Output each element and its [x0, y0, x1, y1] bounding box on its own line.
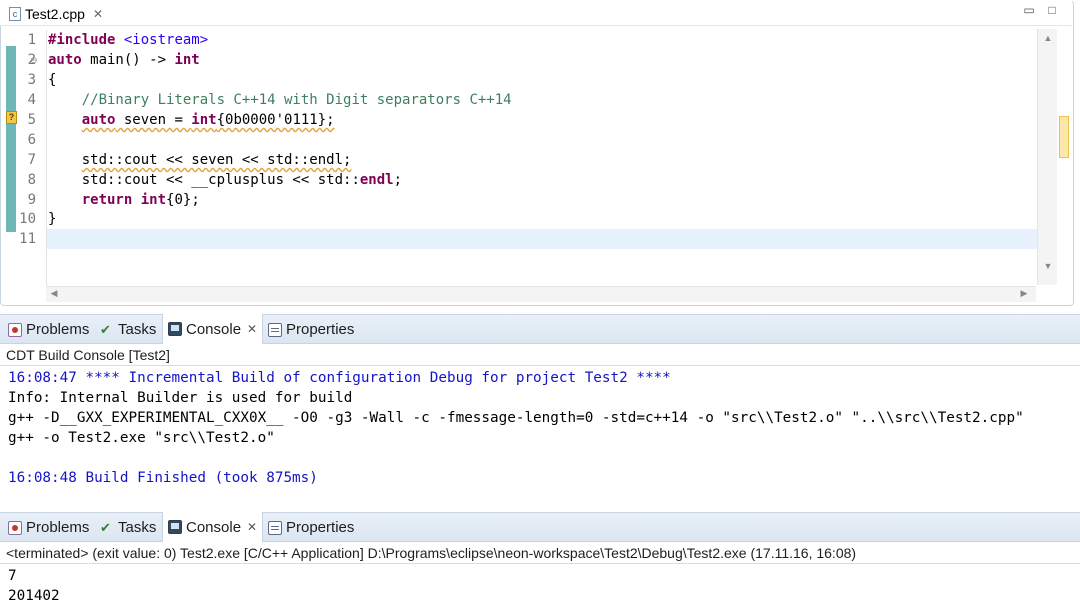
tab-tasks[interactable]: ✔ Tasks — [100, 513, 156, 542]
code-line[interactable]: { — [48, 70, 56, 90]
close-icon[interactable]: ✕ — [93, 7, 103, 21]
code-line[interactable]: #include <iostream> — [48, 30, 208, 50]
tab-label: Console — [186, 518, 242, 536]
keyword-token: int — [174, 52, 200, 68]
code-line[interactable]: std::cout << __cplusplus << std::endl; — [48, 170, 402, 190]
line-number: 7 — [27, 152, 36, 168]
close-icon[interactable]: ✕ — [247, 520, 257, 534]
keyword-token: endl — [359, 172, 394, 188]
tab-label: Tasks — [118, 519, 157, 536]
code-line[interactable]: auto seven = int{0b0000'0111}; — [48, 110, 335, 130]
vertical-scrollbar[interactable]: ▲ ▼ — [1037, 29, 1057, 285]
code-text: main() -> — [81, 52, 175, 68]
code-line[interactable]: std::cout << seven << std::endl; — [48, 150, 352, 170]
tasks-icon: ✔ — [100, 321, 111, 337]
cpp-file-icon: c — [9, 6, 21, 21]
line-number: 10 — [19, 211, 36, 227]
console-line: Info: Internal Builder is used for build — [8, 390, 353, 406]
tasks-icon: ✔ — [100, 519, 111, 535]
properties-icon — [268, 520, 282, 535]
problems-icon — [8, 520, 22, 535]
include-path-token: <iostream> — [123, 32, 209, 48]
close-icon[interactable]: ✕ — [247, 322, 257, 336]
tab-label: Problems — [26, 519, 90, 536]
console-line: 16:08:47 **** Incremental Build of confi… — [8, 370, 671, 386]
properties-icon — [268, 322, 282, 337]
console-icon — [168, 322, 182, 336]
editor-tab-test2-cpp[interactable]: c Test2.cpp ✕ — [4, 1, 116, 26]
tab-label: Tasks — [118, 321, 157, 338]
line-number: 1 — [27, 32, 36, 48]
console-icon — [168, 520, 182, 534]
code-text: {0}; — [166, 192, 200, 208]
keyword-token: return — [81, 192, 133, 208]
keyword-token: #include — [48, 32, 116, 48]
code-line[interactable]: auto main() -> int — [48, 50, 200, 70]
tab-problems[interactable]: Problems — [8, 513, 89, 542]
tab-problems[interactable]: Problems — [8, 315, 89, 344]
line-number: 4 — [27, 92, 36, 108]
tab-label: Problems — [26, 321, 90, 338]
console-output-line: 201402 — [8, 588, 60, 604]
editor-tab-bar — [0, 0, 1072, 26]
build-console-header: CDT Build Console [Test2] — [0, 345, 1080, 366]
tab-console[interactable]: Console ✕ — [162, 314, 264, 344]
fold-collapse-icon[interactable]: ⊖ — [30, 55, 38, 66]
code-text: ; — [393, 172, 403, 188]
warning-underlined-code: std::cout << seven << std::endl; — [81, 152, 352, 168]
code-line[interactable]: } — [48, 209, 56, 229]
code-line[interactable]: return int{0}; — [48, 190, 200, 210]
horizontal-scrollbar[interactable]: ◀ ▶ — [46, 286, 1036, 302]
minimize-icon[interactable]: ▭ — [1022, 3, 1036, 17]
line-number: 8 — [27, 172, 36, 188]
code-text: {0b0000'0111}; — [216, 112, 335, 128]
line-number: 5 — [27, 112, 36, 128]
problems-icon — [8, 322, 22, 337]
overview-warning-mark[interactable] — [1059, 116, 1069, 158]
line-number: 6 — [27, 132, 36, 148]
warning-underlined-code: auto seven = int{0b0000'0111}; — [82, 112, 335, 128]
keyword-token: int — [140, 192, 167, 208]
line-number: 9 — [27, 192, 36, 208]
editor-tab-label: Test2.cpp — [25, 5, 85, 22]
console-output-line: 7 — [8, 568, 17, 584]
code-text: std::cout << __cplusplus << std:: — [81, 172, 360, 188]
code-line[interactable]: //Binary Literals C++14 with Digit separ… — [48, 90, 512, 110]
maximize-icon[interactable]: □ — [1045, 3, 1059, 17]
comment-token: //Binary Literals C++14 with Digit separ… — [81, 92, 512, 108]
tab-tasks[interactable]: ✔ Tasks — [100, 315, 156, 344]
tab-label: Properties — [286, 321, 355, 338]
scroll-left-icon[interactable]: ◀ — [44, 288, 64, 299]
scroll-down-icon[interactable]: ▼ — [1038, 261, 1058, 271]
tab-properties[interactable]: Properties — [268, 513, 354, 542]
console-line: 16:08:48 Build Finished (took 875ms) — [8, 470, 318, 486]
tab-properties[interactable]: Properties — [268, 315, 354, 344]
code-text: seven = — [115, 112, 192, 128]
line-number: 3 — [27, 72, 36, 88]
current-line-highlight — [47, 229, 1037, 249]
tab-console[interactable]: Console ✕ — [162, 512, 264, 542]
line-number: 11 — [19, 231, 36, 247]
keyword-token: int — [191, 112, 217, 128]
tab-label: Console — [186, 320, 242, 338]
run-console-header: <terminated> (exit value: 0) Test2.exe [… — [0, 543, 1080, 564]
console-line: g++ -o Test2.exe "src\\Test2.o" — [8, 430, 275, 446]
scroll-up-icon[interactable]: ▲ — [1038, 33, 1058, 43]
console-line: g++ -D__GXX_EXPERIMENTAL_CXX0X__ -O0 -g3… — [8, 410, 1024, 426]
scroll-right-icon[interactable]: ▶ — [1014, 288, 1034, 299]
tab-label: Properties — [286, 519, 355, 536]
keyword-token: auto — [81, 112, 116, 128]
keyword-token: auto — [48, 52, 82, 68]
